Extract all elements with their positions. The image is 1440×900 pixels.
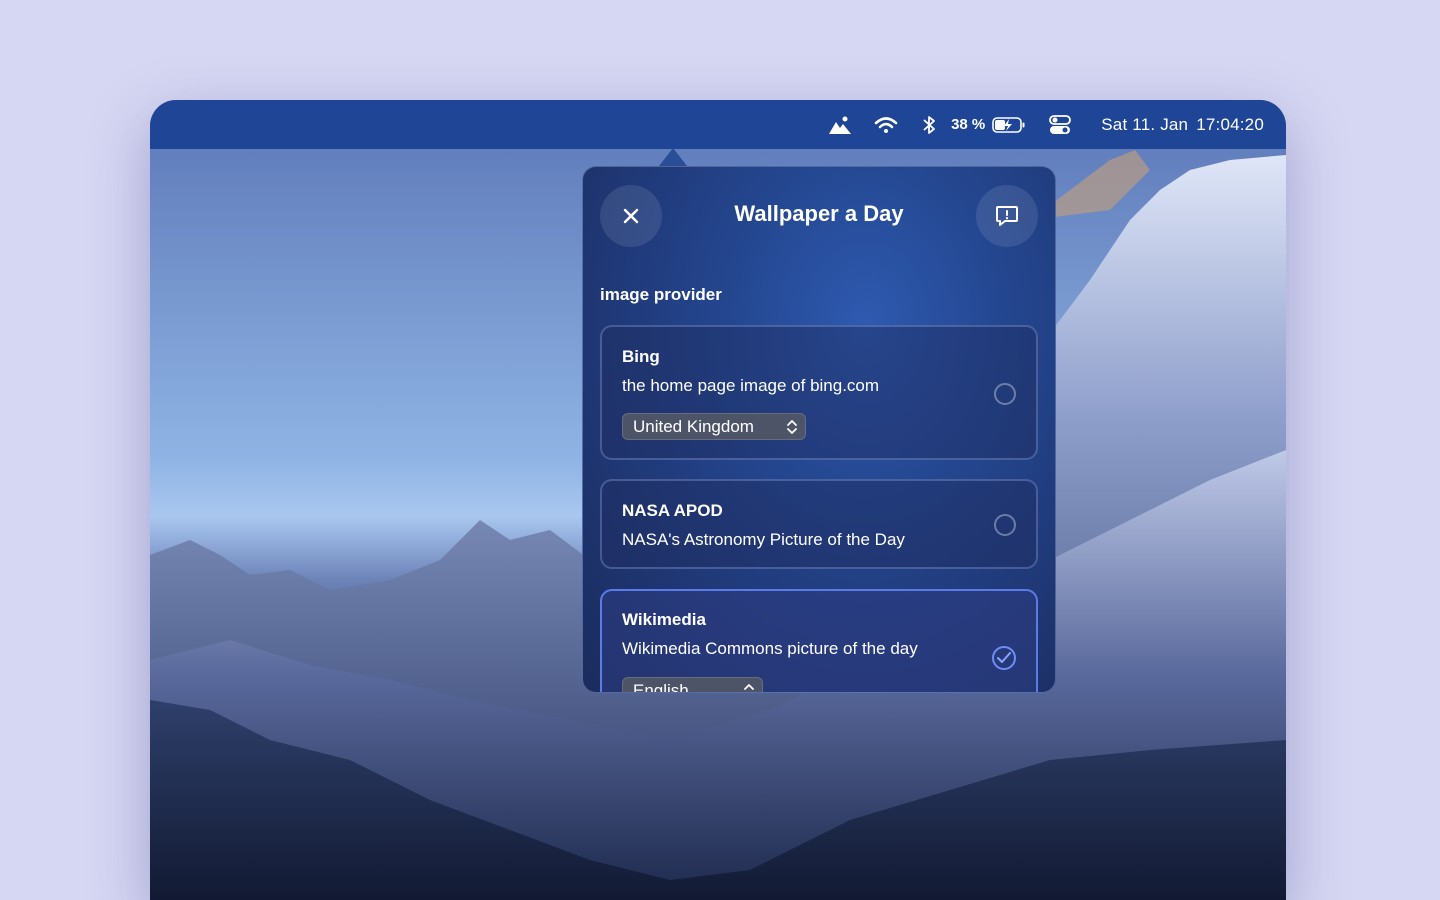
bing-region-select[interactable]: United Kingdom [622,413,806,440]
popover-header: Wallpaper a Day [583,167,1055,267]
provider-description: the home page image of bing.com [622,376,880,395]
menu-bar: 38 % Sat 11. Jan 17:04:20 [150,100,1286,149]
clock-time: 17:04:20 [1196,114,1264,134]
chevron-up-down-icon [787,420,797,434]
battery-percent: 38 % [951,116,986,133]
feedback-button[interactable] [976,185,1038,247]
provider-radio-bing[interactable] [994,383,1016,405]
provider-card-wikimedia[interactable]: Wikimedia Wikimedia Commons picture of t… [600,589,1038,693]
provider-description: Wikimedia Commons picture of the day [622,639,918,658]
wifi-icon[interactable] [871,116,901,134]
wikimedia-language-select[interactable]: English [622,677,763,693]
clock-date: Sat 11. Jan [1101,114,1189,134]
provider-radio-nasa[interactable] [994,514,1016,536]
section-label-image-provider: image provider [600,285,722,304]
mountain-icon[interactable] [825,115,855,135]
provider-card-nasa-apod[interactable]: NASA APOD NASA's Astronomy Picture of th… [600,479,1038,569]
provider-name: Wikimedia [622,610,706,629]
bing-region-value: United Kingdom [633,416,754,436]
feedback-icon [996,206,1018,226]
provider-name: Bing [622,347,660,366]
bluetooth-icon[interactable] [917,115,941,135]
provider-description: NASA's Astronomy Picture of the Day [622,530,905,549]
checkmark-icon [997,652,1011,663]
chevron-up-down-icon [744,684,754,690]
wikimedia-language-value: English [633,680,689,693]
battery-charging-icon[interactable] [991,116,1027,134]
popover-arrow [659,148,687,166]
wallpaper-popover: Wallpaper a Day image provider Bing the … [582,166,1056,693]
provider-name: NASA APOD [622,501,723,520]
provider-card-bing[interactable]: Bing the home page image of bing.com Uni… [600,325,1038,460]
provider-selected-check[interactable] [992,646,1016,670]
menu-bar-clock[interactable]: Sat 11. Jan 17:04:20 [1093,115,1264,135]
control-center-icon[interactable] [1047,114,1073,135]
